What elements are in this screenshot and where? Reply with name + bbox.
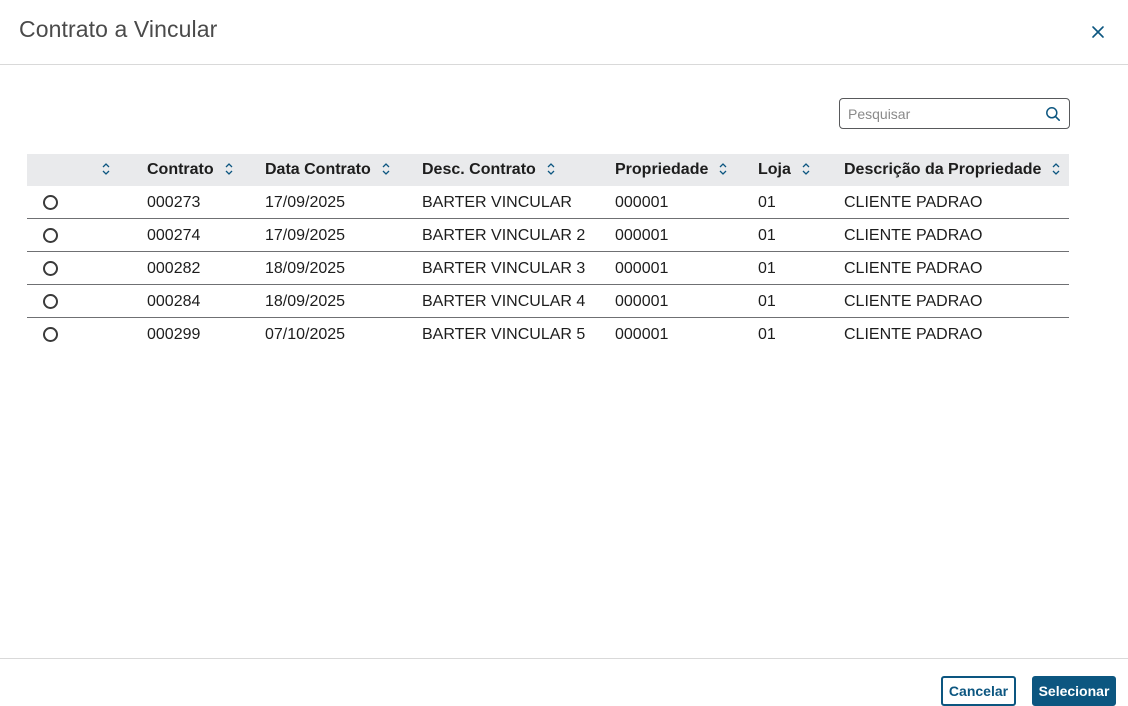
- column-header-loja[interactable]: Loja: [758, 154, 811, 186]
- cell-data-contrato: 18/09/2025: [265, 260, 346, 277]
- row-radio[interactable]: [43, 228, 58, 243]
- column-header-desc-contrato[interactable]: Desc. Contrato: [422, 154, 556, 186]
- cell-descricao-propriedade: CLIENTE PADRAO: [844, 227, 983, 244]
- cell-desc-contrato: BARTER VINCULAR 4: [422, 293, 586, 310]
- cell-descricao-propriedade: CLIENTE PADRAO: [844, 293, 983, 310]
- cell-loja: 01: [758, 227, 776, 244]
- cell-desc-contrato: BARTER VINCULAR 3: [422, 260, 586, 277]
- cell-desc-contrato: BARTER VINCULAR: [422, 194, 572, 211]
- column-header-contrato[interactable]: Contrato: [147, 154, 234, 186]
- sort-icon[interactable]: [101, 162, 111, 176]
- table-row[interactable]: 000299 07/10/2025 BARTER VINCULAR 5 0000…: [27, 318, 1069, 351]
- column-header-select[interactable]: [101, 154, 111, 186]
- cell-loja: 01: [758, 260, 776, 277]
- cell-data-contrato: 07/10/2025: [265, 326, 346, 343]
- sort-icon[interactable]: [1051, 162, 1061, 176]
- row-radio[interactable]: [43, 261, 58, 276]
- cell-desc-contrato: BARTER VINCULAR 2: [422, 227, 586, 244]
- row-radio[interactable]: [43, 294, 58, 309]
- cell-descricao-propriedade: CLIENTE PADRAO: [844, 326, 983, 343]
- row-radio[interactable]: [43, 327, 58, 342]
- row-radio[interactable]: [43, 195, 58, 210]
- table-body: 000273 17/09/2025 BARTER VINCULAR 000001…: [27, 186, 1069, 351]
- cell-contrato: 000274: [147, 227, 201, 244]
- sort-icon[interactable]: [546, 162, 556, 176]
- cell-loja: 01: [758, 293, 776, 310]
- cell-contrato: 000299: [147, 326, 201, 343]
- cell-propriedade: 000001: [615, 260, 669, 277]
- cell-propriedade: 000001: [615, 194, 669, 211]
- sort-icon[interactable]: [224, 162, 234, 176]
- sort-icon[interactable]: [718, 162, 728, 176]
- cell-data-contrato: 17/09/2025: [265, 227, 346, 244]
- cell-loja: 01: [758, 194, 776, 211]
- cell-desc-contrato: BARTER VINCULAR 5: [422, 326, 586, 343]
- sort-icon[interactable]: [801, 162, 811, 176]
- column-header-data-contrato[interactable]: Data Contrato: [265, 154, 391, 186]
- contracts-table: Contrato Data Contrato Desc. Contrato Pr…: [27, 154, 1069, 351]
- search-icon[interactable]: [1045, 106, 1061, 122]
- close-icon[interactable]: [1088, 22, 1108, 42]
- dialog-header: Contrato a Vincular: [0, 0, 1128, 65]
- column-header-descricao-propriedade[interactable]: Descrição da Propriedade: [844, 154, 1061, 186]
- cell-contrato: 000282: [147, 260, 201, 277]
- cell-contrato: 000273: [147, 194, 201, 211]
- table-row[interactable]: 000284 18/09/2025 BARTER VINCULAR 4 0000…: [27, 285, 1069, 318]
- dialog-title: Contrato a Vincular: [19, 16, 218, 42]
- table-row[interactable]: 000273 17/09/2025 BARTER VINCULAR 000001…: [27, 186, 1069, 219]
- select-button[interactable]: Selecionar: [1032, 676, 1116, 706]
- cell-descricao-propriedade: CLIENTE PADRAO: [844, 260, 983, 277]
- table-row[interactable]: 000274 17/09/2025 BARTER VINCULAR 2 0000…: [27, 219, 1069, 252]
- cancel-button[interactable]: Cancelar: [941, 676, 1016, 706]
- search-input[interactable]: [848, 99, 1038, 128]
- cell-data-contrato: 18/09/2025: [265, 293, 346, 310]
- cell-contrato: 000284: [147, 293, 201, 310]
- cell-propriedade: 000001: [615, 293, 669, 310]
- cell-loja: 01: [758, 326, 776, 343]
- search-field[interactable]: [839, 98, 1070, 129]
- cell-propriedade: 000001: [615, 326, 669, 343]
- table-row[interactable]: 000282 18/09/2025 BARTER VINCULAR 3 0000…: [27, 252, 1069, 285]
- column-header-propriedade[interactable]: Propriedade: [615, 154, 728, 186]
- sort-icon[interactable]: [381, 162, 391, 176]
- cell-data-contrato: 17/09/2025: [265, 194, 346, 211]
- table-header: Contrato Data Contrato Desc. Contrato Pr…: [27, 154, 1069, 186]
- cell-descricao-propriedade: CLIENTE PADRAO: [844, 194, 983, 211]
- cell-propriedade: 000001: [615, 227, 669, 244]
